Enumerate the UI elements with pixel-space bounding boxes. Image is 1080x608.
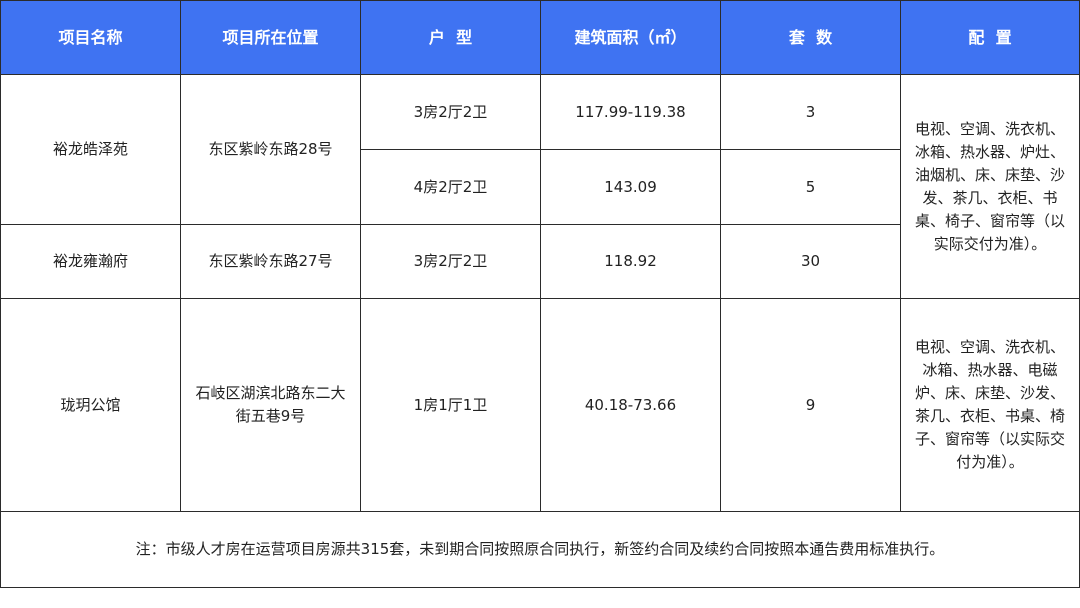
header-project-name: 项目名称 <box>0 0 181 75</box>
unit-area: 118.92 <box>541 225 721 299</box>
configuration-cell: 电视、空调、洗衣机、冰箱、热水器、电磁炉、床、床垫、沙发、茶几、衣柜、书桌、椅子… <box>901 299 1080 512</box>
unit-type: 3房2厅2卫 <box>361 225 541 299</box>
unit-area: 143.09 <box>541 150 721 225</box>
header-unit-count: 套 数 <box>721 0 901 75</box>
configuration-cell: 电视、空调、洗衣机、冰箱、热水器、炉灶、油烟机、床、床垫、沙发、茶几、衣柜、书桌… <box>901 75 1080 299</box>
unit-area: 117.99-119.38 <box>541 75 721 150</box>
project-name: 裕龙皓泽苑 <box>0 75 181 225</box>
unit-count: 5 <box>721 150 901 225</box>
unit-count: 3 <box>721 75 901 150</box>
unit-type: 3房2厅2卫 <box>361 75 541 150</box>
project-location: 东区紫岭东路28号 <box>181 75 361 225</box>
unit-type: 1房1厅1卫 <box>361 299 541 512</box>
header-floor-area: 建筑面积（㎡） <box>541 0 721 75</box>
unit-count: 30 <box>721 225 901 299</box>
footnote: 注：市级人才房在运营项目房源共315套，未到期合同按照原合同执行，新签约合同及续… <box>0 512 1080 588</box>
housing-table: 项目名称 项目所在位置 户 型 建筑面积（㎡） 套 数 配 置 裕龙皓泽苑 东区… <box>0 0 1080 608</box>
header-unit-type: 户 型 <box>361 0 541 75</box>
unit-count: 9 <box>721 299 901 512</box>
project-location: 石岐区湖滨北路东二大街五巷9号 <box>181 299 361 512</box>
header-project-location: 项目所在位置 <box>181 0 361 75</box>
unit-area: 40.18-73.66 <box>541 299 721 512</box>
project-name: 珑玥公馆 <box>0 299 181 512</box>
project-name: 裕龙雍瀚府 <box>0 225 181 299</box>
header-configuration: 配 置 <box>901 0 1080 75</box>
project-location: 东区紫岭东路27号 <box>181 225 361 299</box>
unit-type: 4房2厅2卫 <box>361 150 541 225</box>
